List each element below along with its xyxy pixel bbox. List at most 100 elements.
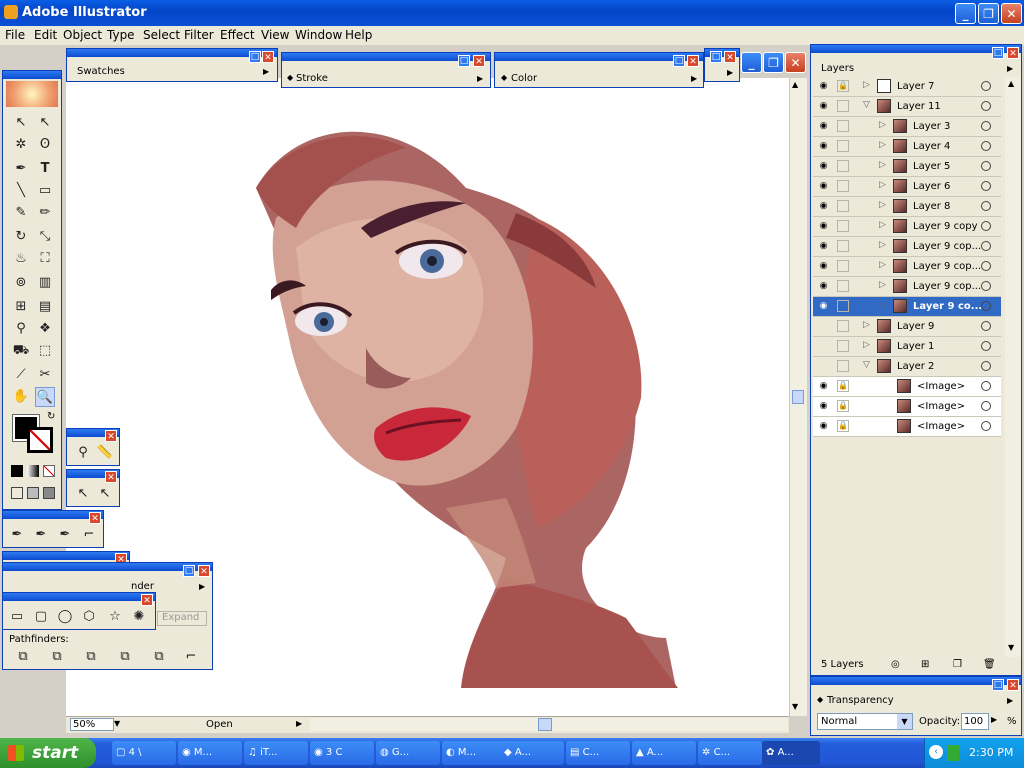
swatches-tab[interactable]: Swatches: [77, 66, 125, 77]
pathfinder-tab[interactable]: nder: [131, 581, 154, 592]
trim-icon[interactable]: ⧉: [47, 647, 67, 667]
task-itunes[interactable]: ♫ iT...: [244, 741, 308, 765]
layers-scroll-up-arrow[interactable]: ▲: [1008, 79, 1014, 88]
convert-anchor-icon[interactable]: ⌐: [79, 525, 99, 545]
none-mode-button[interactable]: [43, 465, 55, 477]
rotate-tool-icon[interactable]: ↻: [11, 227, 31, 247]
target-circle-icon[interactable]: [981, 161, 991, 171]
menu-file[interactable]: File: [5, 28, 25, 42]
expand-triangle-icon[interactable]: ▷: [879, 280, 886, 290]
direct-select-flyout-icon[interactable]: ↖: [73, 484, 93, 504]
menu-select[interactable]: Select: [143, 28, 180, 42]
task-app-10[interactable]: ✲ C...: [698, 741, 762, 765]
merge-icon[interactable]: ⧉: [81, 647, 101, 667]
adobe-flower-logo[interactable]: [6, 81, 58, 107]
lock-toggle[interactable]: [837, 120, 849, 132]
color-close-button[interactable]: ✕: [687, 55, 699, 67]
color-minimize-button[interactable]: □: [673, 55, 685, 67]
target-circle-icon[interactable]: [981, 141, 991, 151]
stroke-tab[interactable]: Stroke: [296, 73, 328, 84]
tray-app-icon[interactable]: [947, 745, 959, 761]
task-app-7[interactable]: ◆ A...: [500, 741, 564, 765]
rectangle-flyout-icon[interactable]: ▭: [7, 607, 27, 627]
extra-minimize-button[interactable]: □: [710, 51, 722, 63]
task-firefox[interactable]: ◍ G...: [376, 741, 440, 765]
eye-icon[interactable]: ◉: [817, 300, 830, 313]
lock-icon[interactable]: 🔒: [837, 400, 849, 412]
layer-row[interactable]: ◉ ▷ Layer 3: [813, 117, 1001, 137]
expand-button[interactable]: Expand: [157, 611, 207, 626]
eye-icon[interactable]: ◉: [817, 280, 830, 293]
pen-flyout-icon[interactable]: ✒: [7, 525, 27, 545]
lock-toggle[interactable]: [837, 320, 849, 332]
eye-icon[interactable]: ◉: [817, 400, 830, 413]
expand-triangle-icon[interactable]: ▷: [879, 300, 886, 310]
expand-triangle-open-icon[interactable]: ▽: [863, 100, 870, 110]
group-select-icon[interactable]: ↖: [95, 484, 115, 504]
menu-window[interactable]: Window: [295, 28, 342, 42]
line-tool-icon[interactable]: ╲: [11, 181, 31, 201]
menu-view[interactable]: View: [261, 28, 289, 42]
layer-list[interactable]: ◉ 🔒 ▷ Layer 7 ◉ ▽ Layer 11 ◉ ▷ Layer 3 ◉ ▷ Layer 4 ◉ ▷…: [811, 77, 1005, 657]
visibility-toggle[interactable]: [817, 360, 830, 373]
swatches-minimize-button[interactable]: □: [249, 51, 261, 63]
target-circle-icon[interactable]: [981, 401, 991, 411]
lock-toggle[interactable]: [837, 160, 849, 172]
eyedropper-flyout-icon[interactable]: ⚲: [73, 443, 93, 463]
layer-row[interactable]: ▽ Layer 2: [813, 357, 1001, 377]
menu-filter[interactable]: Filter: [184, 28, 214, 42]
eye-icon[interactable]: ◉: [817, 160, 830, 173]
doc-minimize-button[interactable]: _: [741, 52, 762, 73]
measure-tool-icon[interactable]: 📏: [95, 443, 115, 463]
eyedropper-icon[interactable]: ⚲: [11, 319, 31, 339]
app-icon[interactable]: [4, 5, 18, 19]
target-circle-icon[interactable]: [981, 181, 991, 191]
doc-restore-button[interactable]: ❐: [763, 52, 784, 73]
layer-row[interactable]: ◉ ▷ Layer 9 co...: [813, 297, 1001, 317]
transparency-minimize-button[interactable]: □: [992, 679, 1004, 691]
flare-tool-icon[interactable]: ✺: [129, 607, 149, 627]
mesh-tool-icon[interactable]: ⊞: [11, 297, 31, 317]
selection-palette-close-button[interactable]: ✕: [105, 471, 117, 483]
task-app-4[interactable]: ◉ 3 C: [310, 741, 374, 765]
pen-palette-close-button[interactable]: ✕: [89, 512, 101, 524]
target-circle-icon[interactable]: [981, 361, 991, 371]
scroll-up-arrow[interactable]: ▲: [792, 80, 798, 89]
layer-row[interactable]: ◉ 🔒 <Image>: [813, 417, 1001, 437]
menu-edit[interactable]: Edit: [34, 28, 57, 42]
divide-icon[interactable]: ⧉: [13, 647, 33, 667]
scissors-icon[interactable]: ✂: [35, 365, 55, 385]
eye-icon[interactable]: ◉: [817, 180, 830, 193]
symbol-sprayer-icon[interactable]: ⊚: [11, 273, 31, 293]
layer-row[interactable]: ◉ ▷ Layer 4: [813, 137, 1001, 157]
zoom-dropdown-arrow[interactable]: ▼: [114, 719, 120, 728]
scale-tool-icon[interactable]: ⤡: [35, 227, 55, 247]
lock-toggle[interactable]: [837, 240, 849, 252]
color-mode-button[interactable]: [11, 465, 23, 477]
menu-effect[interactable]: Effect: [220, 28, 255, 42]
lock-toggle[interactable]: [837, 360, 849, 372]
crop-icon[interactable]: ⧉: [115, 647, 135, 667]
zoom-tool-icon[interactable]: 🔍: [35, 387, 55, 407]
lock-toggle[interactable]: [837, 140, 849, 152]
swap-fill-stroke-icon[interactable]: ↻: [47, 411, 55, 422]
layers-minimize-button[interactable]: □: [992, 47, 1004, 59]
task-app-2[interactable]: ◉ M...: [178, 741, 242, 765]
start-button[interactable]: start: [0, 738, 96, 768]
target-circle-icon[interactable]: [981, 321, 991, 331]
swatches-menu-arrow[interactable]: ▶: [263, 67, 269, 76]
opacity-field[interactable]: 100: [961, 713, 989, 730]
layer-row[interactable]: ◉ ▷ Layer 9 cop...: [813, 257, 1001, 277]
new-sublayer-icon[interactable]: ⊞: [921, 659, 929, 670]
layer-row[interactable]: ◉ ▷ Layer 9 cop...: [813, 277, 1001, 297]
eyedropper-palette-close-button[interactable]: ✕: [105, 430, 117, 442]
eye-icon[interactable]: ◉: [817, 380, 830, 393]
visibility-toggle[interactable]: [817, 320, 830, 333]
delete-layer-icon[interactable]: 🗑: [983, 659, 996, 670]
eye-icon[interactable]: ◉: [817, 140, 830, 153]
zoom-field[interactable]: 50%: [70, 718, 114, 731]
lock-toggle[interactable]: [837, 300, 849, 312]
target-circle-icon[interactable]: [981, 381, 991, 391]
layer-row[interactable]: ◉ ▷ Layer 9 copy: [813, 217, 1001, 237]
expand-triangle-icon[interactable]: ▷: [879, 140, 886, 150]
